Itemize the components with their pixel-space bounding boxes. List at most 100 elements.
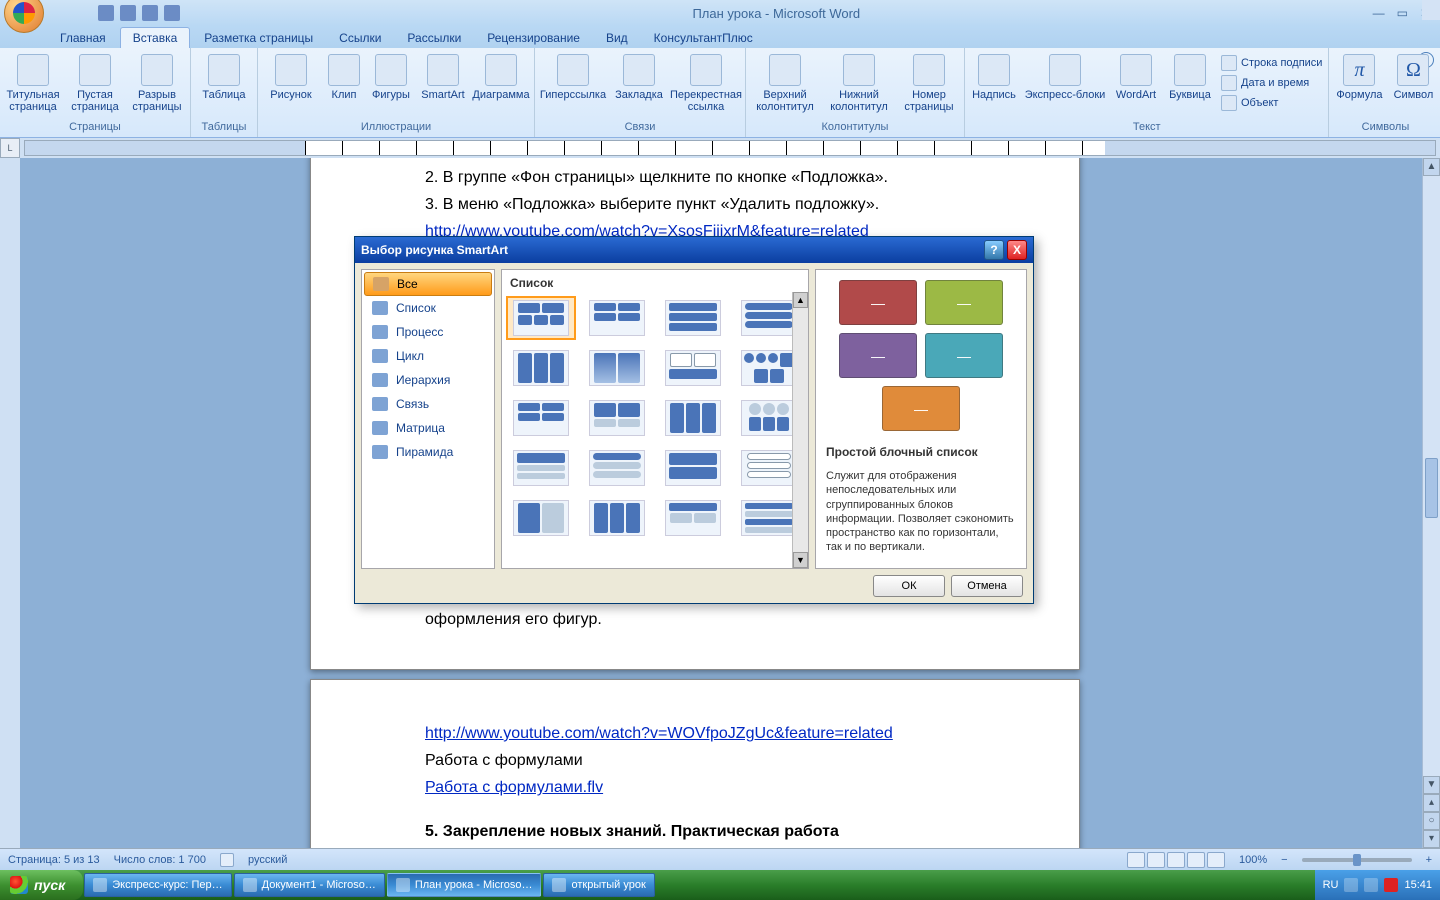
hyperlink-button[interactable]: Гиперссылка [539,54,607,101]
clip-button[interactable]: Клип [324,54,364,101]
document-page[interactable]: http://www.youtube.com/watch?v=WOVfpoJZg… [310,679,1080,848]
dropcap-button[interactable]: Буквица [1165,54,1215,101]
kaspersky-icon[interactable] [1384,878,1398,892]
smartart-thumb[interactable] [658,296,728,340]
smartart-thumb[interactable] [506,496,576,540]
tab-references[interactable]: Ссылки [327,28,393,48]
taskbar-item-word1[interactable]: Документ1 - Microso… [234,873,385,897]
status-lang[interactable]: русский [248,854,287,866]
tray-time[interactable]: 15:41 [1404,879,1432,891]
datetime-button[interactable]: Дата и время [1219,74,1324,92]
pageno-button[interactable]: Номер страницы [898,54,960,113]
quickparts-button[interactable]: Экспресс-блоки [1023,54,1107,101]
header-button[interactable]: Верхний колонтитул [750,54,820,113]
tab-consultant[interactable]: КонсультантПлюс [642,28,765,48]
save-icon[interactable] [98,5,114,21]
thumbs-scroll-down-icon[interactable]: ▼ [793,552,808,568]
browse-object-icon[interactable]: ○ [1423,812,1440,830]
title-page-button[interactable]: Титульная страница [4,54,62,113]
smartart-thumb[interactable] [506,446,576,490]
language-icon[interactable] [220,853,234,867]
tab-insert[interactable]: Вставка [120,27,191,48]
horizontal-ruler[interactable] [24,140,1436,156]
smartart-thumb[interactable] [658,346,728,390]
cat-process[interactable]: Процесс [364,320,492,344]
tab-view[interactable]: Вид [594,28,640,48]
cat-pyramid[interactable]: Пирамида [364,440,492,464]
tab-review[interactable]: Рецензирование [475,28,592,48]
ruler-toggle-icon[interactable] [1422,0,1440,20]
table-button[interactable]: Таблица [195,54,253,101]
chart-button[interactable]: Диаграмма [472,54,530,101]
sigline-button[interactable]: Строка подписи [1219,54,1324,72]
zoom-out-icon[interactable]: − [1281,854,1287,866]
bookmark-button[interactable]: Закладка [611,54,667,101]
smartart-button[interactable]: SmartArt [418,54,468,101]
status-zoom[interactable]: 100% [1239,854,1267,866]
smartart-thumb[interactable] [582,296,652,340]
outline-icon[interactable] [1187,852,1205,868]
maximize-icon[interactable]: ▭ [1397,6,1408,20]
scroll-up-icon[interactable]: ▲ [1423,158,1440,176]
undo-icon[interactable] [120,5,136,21]
smartart-thumb[interactable] [506,396,576,440]
scroll-down-icon[interactable]: ▼ [1423,776,1440,794]
doc-link[interactable]: http://www.youtube.com/watch?v=WOVfpoJZg… [425,725,893,742]
vertical-scrollbar[interactable]: ▲ ▼ ▴ ○ ▾ [1422,158,1440,848]
smartart-thumb[interactable] [506,346,576,390]
taskbar-item-word2[interactable]: План урока - Microso… [387,873,542,897]
smartart-thumb[interactable] [582,396,652,440]
ruler-corner[interactable]: L [0,138,20,158]
status-words[interactable]: Число слов: 1 700 [114,854,206,866]
tab-layout[interactable]: Разметка страницы [192,28,325,48]
ok-button[interactable]: ОК [873,575,945,597]
object-button[interactable]: Объект [1219,94,1324,112]
picture-button[interactable]: Рисунок [262,54,320,101]
footer-button[interactable]: Нижний колонтитул [824,54,894,113]
cat-list[interactable]: Список [364,296,492,320]
thumbs-scrollbar[interactable]: ▲ ▼ [792,292,808,568]
cat-hierarchy[interactable]: Иерархия [364,368,492,392]
equation-button[interactable]: πФормула [1333,54,1385,101]
smartart-thumb[interactable] [658,396,728,440]
cat-cycle[interactable]: Цикл [364,344,492,368]
blank-page-button[interactable]: Пустая страница [66,54,124,113]
tray-lang[interactable]: RU [1323,879,1339,891]
fullscreen-reading-icon[interactable] [1147,852,1165,868]
smartart-thumb[interactable] [582,346,652,390]
smartart-thumb[interactable] [582,496,652,540]
tray-icon[interactable] [1344,878,1358,892]
shapes-button[interactable]: Фигуры [368,54,414,101]
taskbar-item-chrome[interactable]: Экспресс-курс: Пер… [84,873,231,897]
next-page-icon[interactable]: ▾ [1423,830,1440,848]
zoom-slider[interactable] [1302,858,1412,862]
smartart-thumb[interactable] [658,446,728,490]
tab-home[interactable]: Главная [48,28,118,48]
dialog-titlebar[interactable]: Выбор рисунка SmartArt ? X [355,237,1033,263]
doc-link[interactable]: Работа с формулами.flv [425,779,603,796]
vertical-ruler[interactable] [0,158,20,848]
redo-icon[interactable] [142,5,158,21]
web-layout-icon[interactable] [1167,852,1185,868]
smartart-thumb[interactable] [582,446,652,490]
status-page[interactable]: Страница: 5 из 13 [8,854,100,866]
minimize-icon[interactable]: — [1373,6,1385,20]
print-icon[interactable] [164,5,180,21]
tray-icon[interactable] [1364,878,1378,892]
page-break-button[interactable]: Разрыв страницы [128,54,186,113]
dialog-close-icon[interactable]: X [1007,240,1027,260]
dialog-help-icon[interactable]: ? [984,240,1004,260]
cat-all[interactable]: Все [364,272,492,296]
textbox-button[interactable]: Надпись [969,54,1019,101]
thumbs-scroll-up-icon[interactable]: ▲ [793,292,808,308]
start-button[interactable]: пуск [0,870,83,900]
smartart-thumb[interactable] [658,496,728,540]
taskbar-item-folder[interactable]: открытый урок [543,873,654,897]
smartart-thumb[interactable] [506,296,576,340]
crossref-button[interactable]: Перекрестная ссылка [671,54,741,113]
cat-matrix[interactable]: Матрица [364,416,492,440]
print-layout-icon[interactable] [1127,852,1145,868]
scroll-thumb[interactable] [1425,458,1438,518]
wordart-button[interactable]: WordArt [1111,54,1161,101]
tab-mailings[interactable]: Рассылки [395,28,473,48]
